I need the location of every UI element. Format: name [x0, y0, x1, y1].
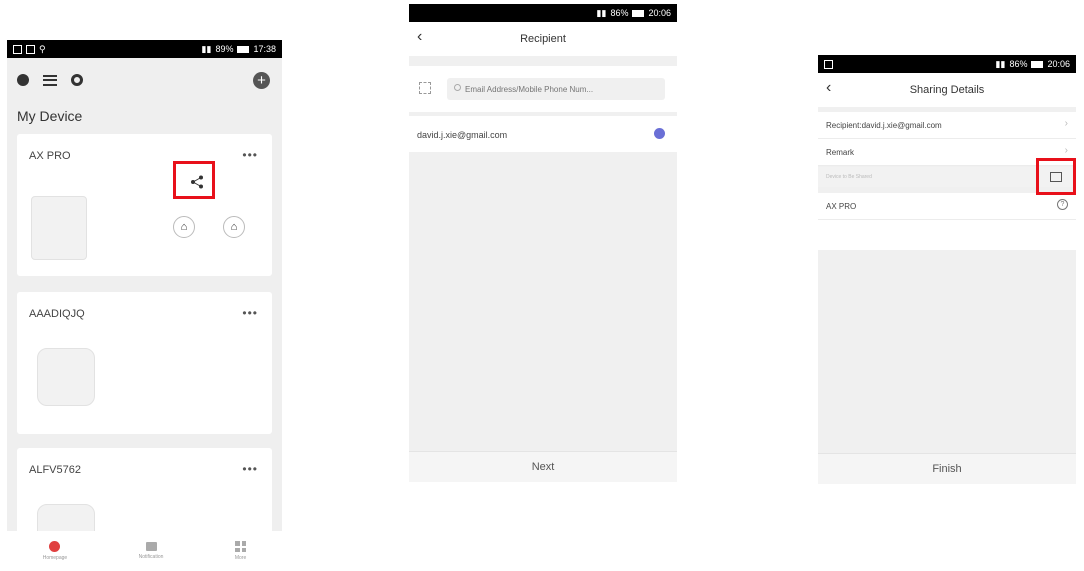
my-device-screen: ⚲ ▮▮ 89% 17:38 + My Device AX PRO ••• ⌂ … [7, 40, 282, 571]
recipient-email: david.j.xie@gmail.com [417, 130, 508, 140]
device-image [37, 348, 95, 406]
status-time: 20:06 [1047, 59, 1070, 69]
status-time: 17:38 [253, 44, 276, 54]
battery-icon [1031, 60, 1044, 68]
recipient-row[interactable]: Recipient:david.j.xie@gmail.com › [818, 112, 1076, 139]
recipient-screen: ▮▮ 86% 20:06 ‹ Recipient david.j.xie@gma… [409, 4, 677, 482]
share-highlight-box [173, 161, 215, 199]
mail-tab-icon [145, 542, 157, 551]
next-button[interactable]: Next [409, 451, 677, 482]
more-options-icon[interactable]: ••• [242, 306, 258, 320]
status-notification-icon [824, 59, 833, 69]
battery-percent: 86% [1009, 59, 1028, 69]
nav-bar: ‹ Sharing Details [818, 73, 1076, 107]
more-options-icon[interactable]: ••• [242, 148, 258, 162]
status-bar: ⚲ ▮▮ 89% 17:38 [7, 40, 282, 58]
stay-arm-icon[interactable]: ⌂ [173, 216, 195, 238]
recipient-label: Recipient:david.j.xie@gmail.com [826, 121, 942, 130]
device-name: AAADIQJQ [29, 308, 85, 320]
tab-notification[interactable]: Notification [138, 542, 164, 560]
status-bar: ▮▮ 86% 20:06 [818, 55, 1076, 73]
sharing-details-screen: ▮▮ 86% 20:06 ‹ Sharing Details Recipient… [818, 55, 1076, 484]
shared-device-row[interactable]: AX PRO ? [818, 193, 1076, 220]
signal-icon: ▮▮ [201, 43, 212, 54]
battery-icon [632, 9, 645, 17]
signal-icon: ▮▮ [995, 58, 1006, 69]
remove-recipient-icon[interactable] [654, 128, 665, 139]
bottom-tab-bar: Homepage Notification More [7, 531, 282, 571]
list-menu-icon[interactable] [43, 74, 57, 86]
device-name: AX PRO [826, 202, 857, 211]
device-card[interactable]: ALFV5762 ••• [17, 448, 272, 546]
page-title: Sharing Details [909, 84, 985, 96]
page-title: My Device [17, 108, 83, 124]
add-device-icon[interactable]: + [253, 71, 270, 89]
recipient-list-item[interactable]: david.j.xie@gmail.com [409, 116, 677, 152]
status-time: 20:06 [648, 8, 671, 18]
tab-label: More [234, 555, 247, 561]
top-toolbar: + [17, 70, 270, 90]
nav-bar: ‹ Recipient [409, 22, 677, 56]
device-name: AX PRO [29, 150, 71, 162]
remark-label: Remark [826, 148, 855, 157]
usb-icon: ⚲ [39, 43, 46, 54]
status-bar: ▮▮ 86% 20:06 [409, 4, 677, 22]
page-title: Recipient [520, 33, 566, 45]
device-name: ALFV5762 [29, 464, 81, 476]
content-area-filler [818, 220, 1076, 250]
share-icon[interactable] [190, 175, 204, 189]
profile-icon[interactable] [17, 74, 29, 86]
scan-icon[interactable] [71, 74, 83, 86]
device-card[interactable]: AAADIQJQ ••• [17, 292, 272, 434]
signal-icon: ▮▮ [596, 7, 607, 18]
device-list-highlight-box [1036, 158, 1076, 195]
tab-label: Notification [138, 554, 164, 560]
chevron-right-icon: › [1064, 145, 1068, 156]
device-card[interactable]: AX PRO ••• ⌂ ⌂ [17, 134, 272, 276]
help-icon[interactable]: ? [1057, 199, 1068, 210]
tab-more[interactable]: More [235, 541, 246, 561]
finish-button[interactable]: Finish [818, 453, 1076, 484]
status-notification-icon [26, 44, 35, 54]
battery-percent: 86% [610, 8, 629, 18]
home-tab-icon [49, 541, 61, 552]
device-image [31, 196, 87, 260]
grid-tab-icon [235, 541, 247, 552]
chevron-right-icon: › [1064, 118, 1068, 129]
search-icon [454, 84, 461, 91]
tab-homepage[interactable]: Homepage [43, 541, 67, 561]
tab-label: Homepage [42, 555, 68, 561]
battery-percent: 89% [215, 44, 234, 54]
more-options-icon[interactable]: ••• [242, 462, 258, 476]
status-notification-icon [13, 44, 22, 54]
recipient-search-input[interactable] [447, 78, 665, 100]
scan-code-icon[interactable] [419, 82, 431, 94]
section-header-label: Device to Be Shared [826, 174, 872, 180]
away-arm-icon[interactable]: ⌂ [223, 216, 245, 238]
battery-icon [237, 45, 250, 53]
